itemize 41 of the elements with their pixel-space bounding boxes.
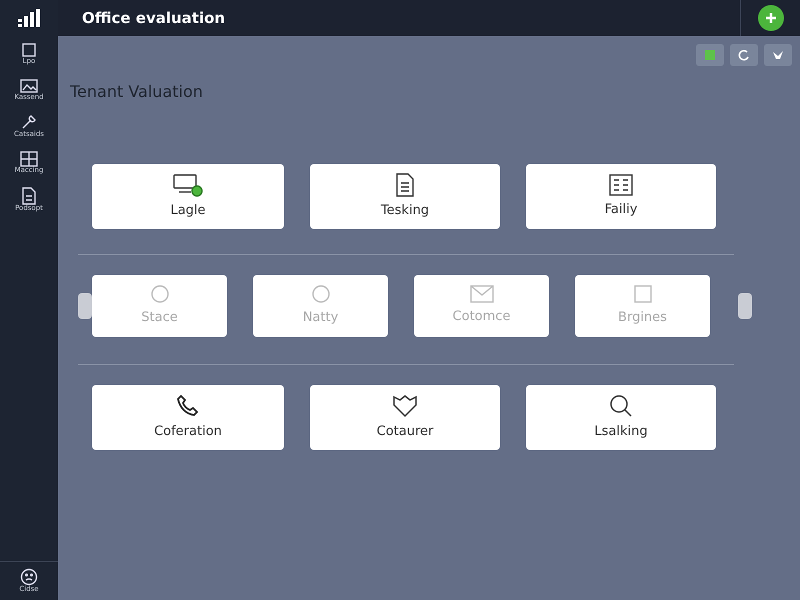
square-icon: [21, 42, 37, 58]
grid-icon: [20, 151, 38, 168]
tile-label: Cotomce: [452, 308, 510, 326]
tile-label: Brgines: [618, 309, 667, 328]
tile-card[interactable]: Cotaurer: [310, 385, 500, 450]
tile-card[interactable]: Lagle: [92, 164, 284, 229]
toolbar-button[interactable]: [764, 44, 792, 66]
circle-icon: [310, 284, 330, 304]
refresh-icon: [737, 48, 751, 62]
spreadsheet-icon: [703, 48, 717, 62]
toolbar-button[interactable]: [730, 44, 758, 66]
tile-card[interactable]: Coferation: [92, 385, 284, 450]
search-icon: [609, 394, 633, 418]
page-title: Tenant Valuation: [70, 81, 204, 103]
document-icon: [395, 172, 415, 197]
plus-icon: [764, 12, 776, 24]
document-icon: [21, 186, 37, 205]
scroll-left-button[interactable]: [78, 293, 92, 319]
add-button[interactable]: [758, 5, 784, 31]
face-icon: [20, 568, 38, 586]
tile-label: Stace: [141, 309, 178, 328]
tile-label: Natty: [302, 309, 338, 328]
tile-card[interactable]: Tesking: [310, 164, 500, 229]
tile-card[interactable]: Failiy: [526, 164, 716, 229]
logo-icon: [17, 8, 41, 28]
tile-card[interactable]: Lsalking: [526, 385, 716, 450]
scroll-right-button[interactable]: [738, 293, 752, 319]
tile-label: Failiy: [604, 200, 638, 219]
square-icon: [632, 284, 652, 304]
grid-icon: [609, 174, 633, 196]
tile-label: Lsalking: [594, 422, 648, 441]
tile-label: Coferation: [154, 422, 222, 441]
phone-icon: [176, 394, 200, 418]
circle-icon: [150, 284, 170, 304]
tile-label: Lagle: [170, 202, 206, 220]
envelope-icon: [470, 285, 494, 304]
tile-label: Cotaurer: [376, 422, 434, 441]
app-title: Office evaluation: [82, 8, 226, 29]
image-icon: [20, 78, 38, 94]
monitor-icon: [173, 172, 203, 197]
tile-label: Tesking: [380, 202, 430, 220]
